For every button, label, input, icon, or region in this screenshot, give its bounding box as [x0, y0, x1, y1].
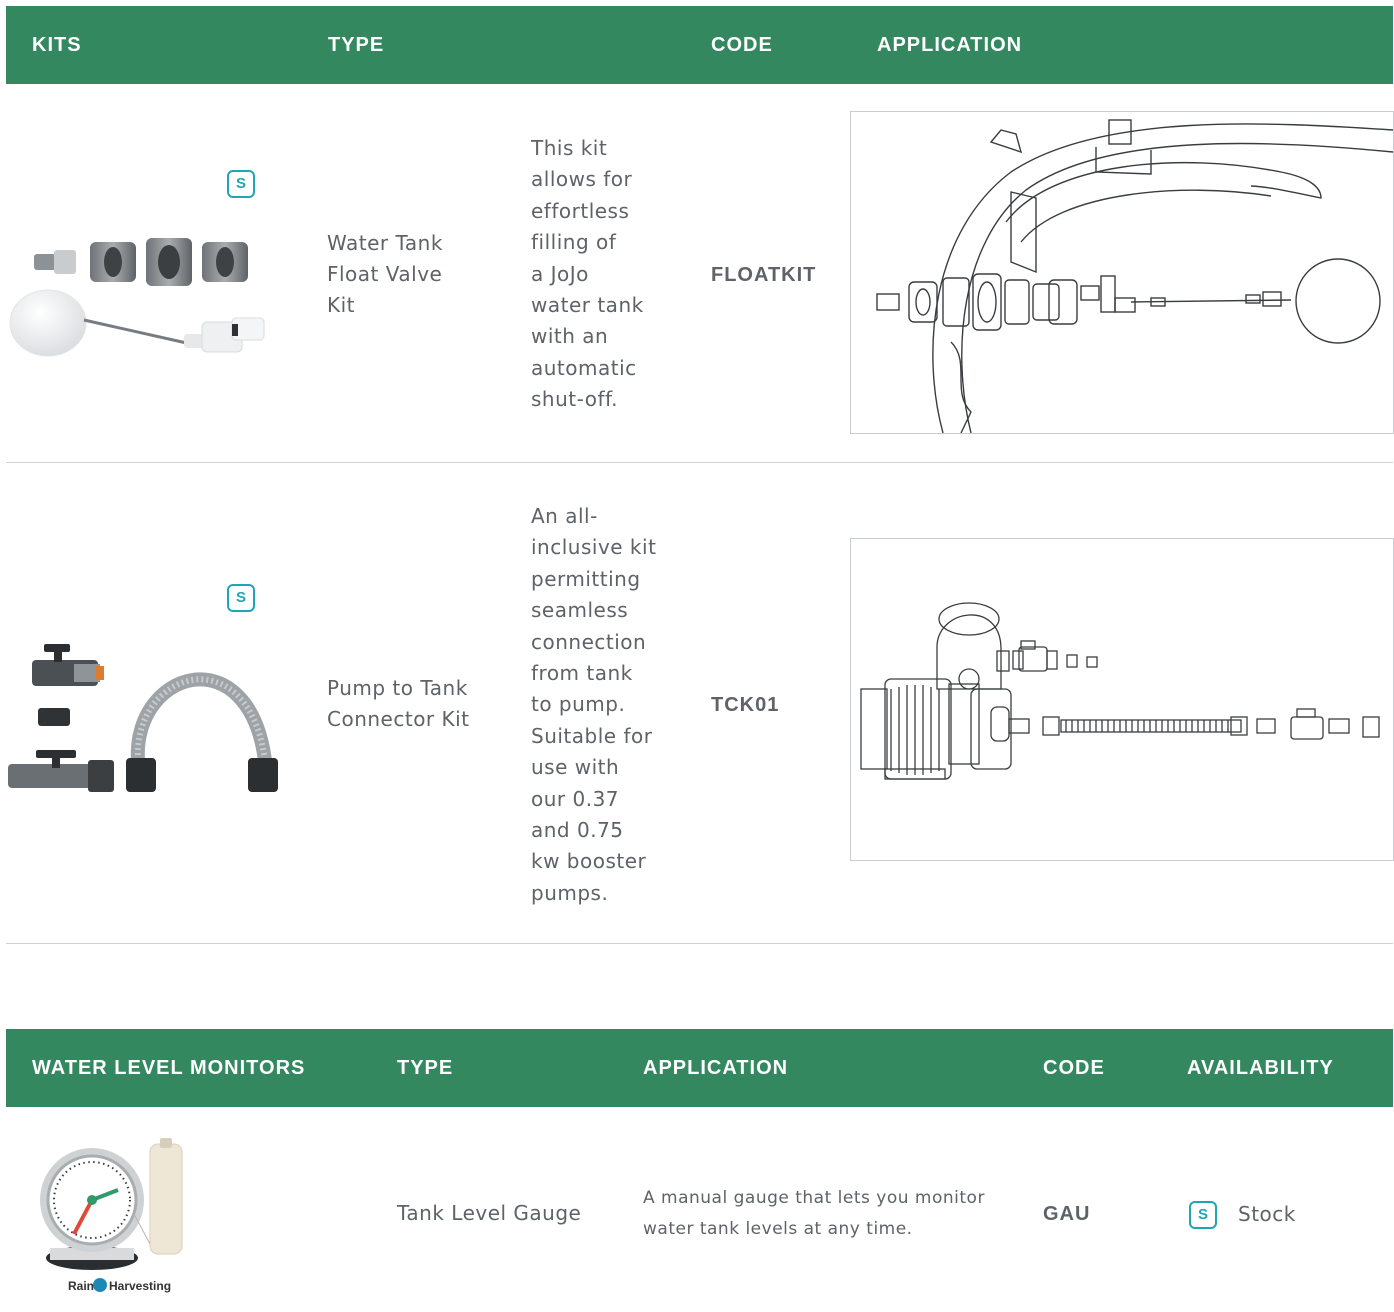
kit-code: FLOATKIT	[711, 264, 817, 286]
row-divider	[6, 462, 1393, 463]
svg-text:Harvesting: Harvesting	[109, 1279, 171, 1293]
kit-code: TCK01	[711, 694, 780, 716]
float-valve-kit-image	[9, 238, 265, 357]
row-divider	[6, 943, 1393, 944]
monitor-application: A manual gauge that lets you monitor wat…	[643, 1188, 985, 1239]
kit-description: An all- inclusive kit permitting seamles…	[531, 504, 657, 905]
header-code: CODE	[711, 34, 773, 56]
tank-level-gauge-image: Rain Harvesting	[40, 1138, 183, 1293]
kit-description: This kit allows for effortless filling o…	[531, 136, 644, 412]
header-application: APPLICATION	[877, 34, 1023, 56]
header-code: CODE	[1043, 1057, 1105, 1079]
header-kits: KITS	[32, 34, 82, 56]
pump-connector-kit-image	[8, 644, 278, 792]
float-valve-application-diagram	[850, 111, 1394, 434]
monitor-type: Tank Level Gauge	[397, 1201, 582, 1225]
rain-harvesting-logo: Rain	[68, 1279, 94, 1293]
stock-badge: S	[1189, 1201, 1217, 1229]
stock-badge: S	[227, 584, 255, 612]
pump-connector-application-diagram	[850, 538, 1394, 861]
pump-connector-diagram-svg	[860, 602, 1380, 780]
header-availability: AVAILABILITY	[1187, 1057, 1334, 1079]
availability-label: Stock	[1238, 1202, 1296, 1226]
monitors-table-header: WATER LEVEL MONITORS TYPE APPLICATION CO…	[6, 1029, 1393, 1107]
stock-badge: S	[227, 170, 255, 198]
header-type: TYPE	[397, 1057, 454, 1079]
header-monitors: WATER LEVEL MONITORS	[32, 1057, 306, 1079]
kits-table-header: KITS TYPE CODE APPLICATION	[6, 6, 1393, 84]
float-valve-diagram-svg	[876, 119, 1394, 434]
kit-type: Water Tank Float Valve Kit	[327, 231, 443, 317]
header-type: TYPE	[328, 34, 385, 56]
header-application: APPLICATION	[643, 1057, 789, 1079]
monitor-code: GAU	[1043, 1203, 1091, 1225]
kit-type: Pump to Tank Connector Kit	[327, 676, 470, 731]
